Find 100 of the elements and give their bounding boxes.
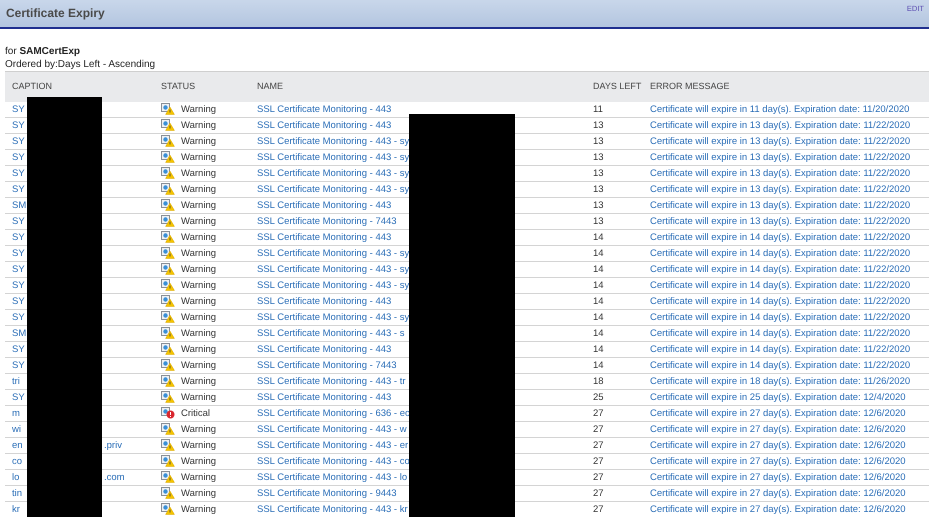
error-message-link[interactable]: Certificate will expire in 13 day(s). Expiration date: 11/22/2020 xyxy=(650,184,910,195)
monitor-name-link[interactable]: SSL Certificate Monitoring - 443 - sy xyxy=(257,280,410,291)
monitor-name-link[interactable]: SSL Certificate Monitoring - 443 - sy xyxy=(257,312,410,323)
days-left-text: 27 xyxy=(593,456,604,467)
caption-link[interactable]: SY xyxy=(12,358,25,373)
status-text: Warning xyxy=(181,278,216,292)
monitor-name-link[interactable]: SSL Certificate Monitoring - 443 - w xyxy=(257,424,407,435)
caption-link[interactable]: SY xyxy=(12,246,25,261)
error-message-link[interactable]: Certificate will expire in 13 day(s). Expiration date: 11/22/2020 xyxy=(650,168,910,179)
monitor-name-link[interactable]: SSL Certificate Monitoring - 636 - ec xyxy=(257,408,410,419)
monitor-name-link[interactable]: SSL Certificate Monitoring - 443 - er xyxy=(257,440,408,451)
days-left-text: 27 xyxy=(593,440,604,451)
caption-link[interactable]: SY xyxy=(12,166,25,181)
days-left-text: 25 xyxy=(593,392,604,403)
monitor-name-link[interactable]: SSL Certificate Monitoring - 443 - sy xyxy=(257,168,410,179)
caption-link[interactable]: SY xyxy=(12,294,25,309)
monitor-name-link[interactable]: SSL Certificate Monitoring - 443 - s xyxy=(257,328,404,339)
monitor-name-link[interactable]: SSL Certificate Monitoring - 443 xyxy=(257,344,392,355)
error-message-link[interactable]: Certificate will expire in 27 day(s). Expiration date: 12/6/2020 xyxy=(650,408,906,419)
error-message-link[interactable]: Certificate will expire in 27 day(s). Expiration date: 12/6/2020 xyxy=(650,424,906,435)
days-left-text: 14 xyxy=(593,360,604,371)
caption-link[interactable]: SY xyxy=(12,134,25,149)
caption-link[interactable]: SY xyxy=(12,214,25,229)
monitor-name-link[interactable]: SSL Certificate Monitoring - 443 - kr xyxy=(257,504,408,515)
error-message-link[interactable]: Certificate will expire in 14 day(s). Expiration date: 11/22/2020 xyxy=(650,328,910,339)
status-text: Warning xyxy=(181,246,216,260)
error-message-link[interactable]: Certificate will expire in 14 day(s). Expiration date: 11/22/2020 xyxy=(650,312,910,323)
caption-link[interactable]: tin xyxy=(12,486,22,501)
error-message-link[interactable]: Certificate will expire in 25 day(s). Expiration date: 12/4/2020 xyxy=(650,392,906,403)
caption-link[interactable]: kr xyxy=(12,502,20,517)
monitor-name-link[interactable]: SSL Certificate Monitoring - 9443 xyxy=(257,488,397,499)
caption-link[interactable]: m xyxy=(12,406,20,421)
monitor-name-link[interactable]: SSL Certificate Monitoring - 443 xyxy=(257,200,392,211)
error-message-link[interactable]: Certificate will expire in 27 day(s). Expiration date: 12/6/2020 xyxy=(650,456,906,467)
monitor-name-link[interactable]: SSL Certificate Monitoring - 443 xyxy=(257,392,392,403)
error-message-link[interactable]: Certificate will expire in 27 day(s). Expiration date: 12/6/2020 xyxy=(650,440,906,451)
caption-link[interactable]: SY xyxy=(12,262,25,277)
days-left-text: 13 xyxy=(593,200,604,211)
caption-link[interactable]: SY xyxy=(12,118,25,133)
monitor-name-link[interactable]: SSL Certificate Monitoring - 443 - lo xyxy=(257,472,408,483)
caption-link[interactable]: SM xyxy=(12,198,26,213)
error-message-link[interactable]: Certificate will expire in 27 day(s). Expiration date: 12/6/2020 xyxy=(650,472,906,483)
status-text: Warning xyxy=(181,166,216,180)
error-message-link[interactable]: Certificate will expire in 27 day(s). Expiration date: 12/6/2020 xyxy=(650,504,906,515)
caption-link[interactable]: wi xyxy=(12,422,21,437)
caption-link[interactable]: SY xyxy=(12,390,25,405)
caption-link[interactable]: .priv xyxy=(104,438,153,453)
days-left-text: 11 xyxy=(593,104,603,115)
error-message-link[interactable]: Certificate will expire in 14 day(s). Expiration date: 11/22/2020 xyxy=(650,360,910,371)
monitor-name-link[interactable]: SSL Certificate Monitoring - 443 - tr xyxy=(257,376,406,387)
error-message-link[interactable]: Certificate will expire in 13 day(s). Expiration date: 11/22/2020 xyxy=(650,120,910,131)
status-text: Warning xyxy=(181,102,216,116)
monitor-name-link[interactable]: SSL Certificate Monitoring - 443 - sy xyxy=(257,264,410,275)
caption-link[interactable]: SY xyxy=(12,278,25,293)
error-message-link[interactable]: Certificate will expire in 13 day(s). Expiration date: 11/22/2020 xyxy=(650,200,910,211)
status-text: Warning xyxy=(181,486,216,500)
error-message-link[interactable]: Certificate will expire in 14 day(s). Expiration date: 11/22/2020 xyxy=(650,248,910,259)
monitor-name-link[interactable]: SSL Certificate Monitoring - 7443 xyxy=(257,216,397,227)
caption-link[interactable]: SM xyxy=(12,326,26,341)
status-text: Warning xyxy=(181,342,216,356)
days-left-text: 14 xyxy=(593,264,604,275)
error-message-link[interactable]: Certificate will expire in 27 day(s). Expiration date: 12/6/2020 xyxy=(650,488,906,499)
monitor-name-link[interactable]: SSL Certificate Monitoring - 443 - sy xyxy=(257,136,410,147)
status-text: Warning xyxy=(181,502,216,516)
error-message-link[interactable]: Certificate will expire in 13 day(s). Expiration date: 11/22/2020 xyxy=(650,216,910,227)
caption-link[interactable]: SY xyxy=(12,342,25,357)
monitor-name-link[interactable]: SSL Certificate Monitoring - 443 - sy xyxy=(257,248,410,259)
error-message-link[interactable]: Certificate will expire in 11 day(s). Expiration date: 11/20/2020 xyxy=(650,104,910,115)
error-message-link[interactable]: Certificate will expire in 14 day(s). Expiration date: 11/22/2020 xyxy=(650,232,910,243)
status-text: Warning xyxy=(181,230,216,244)
monitor-name-link[interactable]: SSL Certificate Monitoring - 443 xyxy=(257,232,392,243)
days-left-text: 13 xyxy=(593,184,604,195)
error-message-link[interactable]: Certificate will expire in 18 day(s). Expiration date: 11/26/2020 xyxy=(650,376,910,387)
error-message-link[interactable]: Certificate will expire in 14 day(s). Expiration date: 11/22/2020 xyxy=(650,280,910,291)
monitor-name-link[interactable]: SSL Certificate Monitoring - 443 xyxy=(257,120,392,131)
error-message-link[interactable]: Certificate will expire in 13 day(s). Expiration date: 11/22/2020 xyxy=(650,136,910,147)
status-text: Warning xyxy=(181,118,216,132)
error-message-link[interactable]: Certificate will expire in 13 day(s). Expiration date: 11/22/2020 xyxy=(650,152,910,163)
caption-link[interactable]: SY xyxy=(12,102,25,117)
caption-link[interactable]: SY xyxy=(12,310,25,325)
days-left-text: 18 xyxy=(593,376,604,387)
error-message-link[interactable]: Certificate will expire in 14 day(s). Expiration date: 11/22/2020 xyxy=(650,344,910,355)
caption-link[interactable]: SY xyxy=(12,150,25,165)
status-text: Warning xyxy=(181,310,216,324)
days-left-text: 13 xyxy=(593,168,604,179)
caption-link[interactable]: co xyxy=(12,454,22,469)
caption-link[interactable]: .com xyxy=(104,470,153,485)
error-message-link[interactable]: Certificate will expire in 14 day(s). Expiration date: 11/22/2020 xyxy=(650,264,910,275)
caption-link[interactable]: tri xyxy=(12,374,20,389)
monitor-name-link[interactable]: SSL Certificate Monitoring - 7443 xyxy=(257,360,397,371)
error-message-link[interactable]: Certificate will expire in 14 day(s). Expiration date: 11/22/2020 xyxy=(650,296,910,307)
caption-link[interactable]: SY xyxy=(12,182,25,197)
caption-link[interactable]: en xyxy=(12,438,23,453)
caption-link[interactable]: lo xyxy=(12,470,20,485)
days-left-text: 13 xyxy=(593,120,604,131)
monitor-name-link[interactable]: SSL Certificate Monitoring - 443 xyxy=(257,296,392,307)
monitor-name-link[interactable]: SSL Certificate Monitoring - 443 xyxy=(257,104,392,115)
monitor-name-link[interactable]: SSL Certificate Monitoring - 443 - sy xyxy=(257,152,410,163)
monitor-name-link[interactable]: SSL Certificate Monitoring - 443 - sy xyxy=(257,184,410,195)
caption-link[interactable]: SY xyxy=(12,230,25,245)
